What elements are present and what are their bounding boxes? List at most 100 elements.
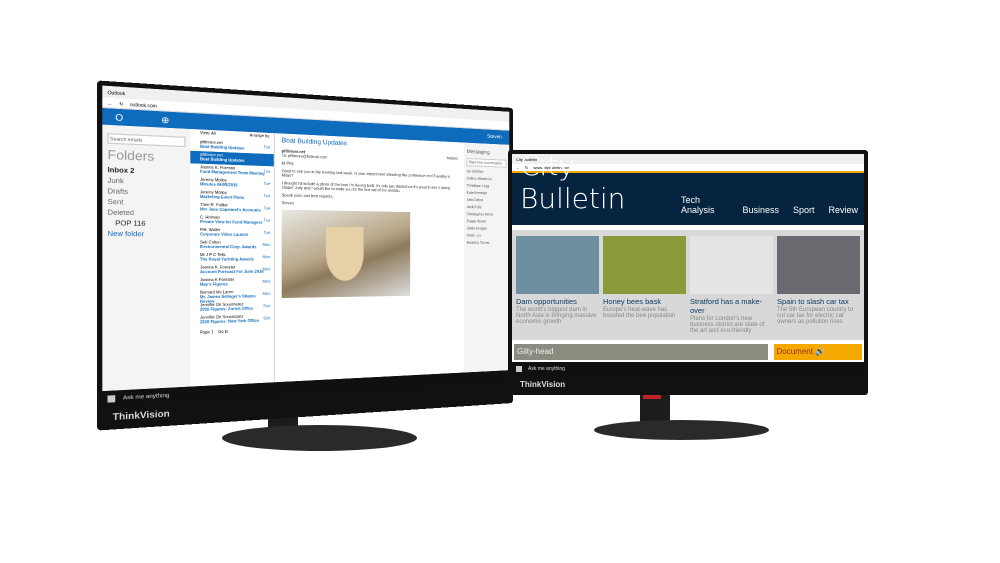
email-day: Tue xyxy=(263,230,271,235)
article-text: The world's biggest dam in North Asia is… xyxy=(516,307,597,325)
article-text: Plans for London's new business district… xyxy=(690,316,765,334)
contact[interactable]: Penelope Legg xyxy=(467,184,507,189)
document-button[interactable]: Document 🔊 xyxy=(773,344,862,360)
email-day: Tue xyxy=(263,169,271,174)
nav-review[interactable]: Review xyxy=(828,205,858,215)
refresh-icon[interactable]: ↻ xyxy=(119,100,123,106)
folder-inbox[interactable]: Inbox 2 xyxy=(107,167,185,176)
taskbar-search[interactable]: Ask me anything xyxy=(528,366,565,372)
article-title[interactable]: Dam opportunities xyxy=(516,297,599,306)
email-day: Mon xyxy=(262,254,271,260)
article-card[interactable]: Stratford has a make-over Plans for Londo… xyxy=(690,236,773,334)
email-subject: Minutes 06/05/2016 xyxy=(199,181,238,188)
stand-accent xyxy=(643,395,661,399)
contact[interactable]: Christopher Amos xyxy=(467,212,507,217)
email-subject: Private View for Fund Managers xyxy=(199,219,263,225)
search-input[interactable]: Search emails xyxy=(107,133,186,148)
left-monitor: Outlook ← ↻ outlook.com O ⊕ Steven Search em… xyxy=(97,80,513,431)
windows-start-icon[interactable] xyxy=(107,394,116,403)
email-subject: Mrs Jane Copeland's Accounts xyxy=(199,207,261,213)
contact[interactable]: Jack Falls xyxy=(467,205,507,210)
address-bar[interactable]: outlook.com xyxy=(130,101,157,108)
email-day: Tue xyxy=(263,157,271,162)
outlook-logo: O xyxy=(115,111,124,123)
actions-menu[interactable]: Actions xyxy=(447,156,458,161)
tab-title: Outlook xyxy=(107,88,126,96)
email-day: Mon xyxy=(262,279,271,284)
email-body: Steven xyxy=(281,200,294,206)
monitor-base-left xyxy=(222,425,417,451)
boat-photo xyxy=(281,209,411,298)
email-row[interactable]: Seb Colton Environmental Corp. Awards Mon xyxy=(190,239,273,252)
conversation-input[interactable]: Start new conversation xyxy=(466,158,507,168)
nav-tech-analysis[interactable]: Tech Analysis xyxy=(681,195,728,215)
brand-logo: ThinkVision xyxy=(520,380,566,389)
contact[interactable]: Ian Bentley xyxy=(467,169,507,175)
email-subject: May's Figures xyxy=(199,282,228,287)
email-day: Sun xyxy=(263,303,271,309)
article-text: The 5th European country to cut car tax … xyxy=(777,307,854,325)
view-all[interactable]: View: All xyxy=(200,131,216,136)
document-label: Document xyxy=(776,347,813,356)
pagination[interactable]: Page 1 Go to xyxy=(190,325,273,339)
monitor-base-right xyxy=(594,420,769,440)
feature-gilty-head[interactable]: Gilty-head xyxy=(514,344,768,360)
goto-link[interactable]: Go to xyxy=(218,329,228,334)
email-row[interactable]: Joanna K. Forester Account Forecast For J… xyxy=(190,264,273,277)
email-subject: Environmental Corp. Awards xyxy=(199,244,257,250)
email-day: Tue xyxy=(263,144,271,150)
article-card[interactable]: Honey bees bask Europe's heat-wave has bo… xyxy=(603,236,686,334)
email-day: Mon xyxy=(262,242,271,248)
article-title[interactable]: Honey bees bask xyxy=(603,297,686,306)
folder-sent[interactable]: Sent xyxy=(107,199,185,208)
contact[interactable]: Peter Lee xyxy=(467,234,507,238)
email-subject: Marketing Event Plans xyxy=(199,194,245,201)
contact[interactable]: Stella Grogan xyxy=(467,226,507,231)
arrange-by[interactable]: Arrange by xyxy=(250,133,270,138)
email-subject: Corporate Video Launch xyxy=(199,232,249,238)
back-icon[interactable]: ← xyxy=(107,99,112,105)
contact[interactable]: Barnaby Torres xyxy=(467,241,507,245)
email-row[interactable]: Jennifer De Sousmarez 2016 Figures: New Y… xyxy=(190,313,273,328)
nav-sport[interactable]: Sport xyxy=(793,205,815,215)
email-day: Mon xyxy=(262,291,271,297)
user-name[interactable]: Steven xyxy=(487,134,502,141)
article-title[interactable]: Stratford has a make-over xyxy=(690,297,773,315)
email-day: Tue xyxy=(263,218,271,223)
email-day: Tue xyxy=(263,206,271,211)
messaging-title: Messaging xyxy=(466,148,490,156)
contact[interactable]: Poppy Waller xyxy=(467,219,507,224)
nav-business[interactable]: Business xyxy=(742,205,779,215)
contact[interactable]: Seb Colton xyxy=(467,198,507,203)
email-subject: 2016 Figures: Zurich Office xyxy=(199,306,254,312)
folder-junk[interactable]: Junk xyxy=(107,178,185,187)
right-monitor: City Bulletin ← ↻ www.citybulletin.com Cit… xyxy=(508,150,868,395)
brand-logo: ThinkVision xyxy=(112,408,170,423)
email-day: Tue xyxy=(263,181,271,187)
windows-start-icon[interactable] xyxy=(516,365,522,372)
email-day: Mon xyxy=(262,267,271,272)
email-row[interactable]: P.H. Waller Corporate Video Launch Tue xyxy=(190,226,273,239)
article-title[interactable]: Spain to slash car tax xyxy=(777,297,860,306)
folder-deleted[interactable]: Deleted xyxy=(107,210,185,218)
taskbar-search[interactable]: Ask me anything xyxy=(123,392,169,402)
email-row[interactable]: Mr J P C Tells The Royal Yachting Awards M… xyxy=(190,251,273,264)
email-row[interactable]: C. Holman Private View for Fund Managers T… xyxy=(190,214,273,228)
email-subject: 2016 Figures: New York Office xyxy=(199,318,259,325)
contact[interactable]: Collins Westman xyxy=(467,176,507,181)
article-card[interactable]: Dam opportunities The world's biggest dam… xyxy=(516,236,599,334)
folder-pop[interactable]: POP 116 xyxy=(107,221,185,229)
email-row[interactable]: Joanna K Forester May's Figures Mon xyxy=(190,276,273,289)
new-mail-button[interactable]: ⊕ xyxy=(161,114,169,125)
article-image xyxy=(603,236,686,294)
article-image xyxy=(690,236,773,294)
folder-drafts[interactable]: Drafts xyxy=(107,189,185,198)
article-card[interactable]: Spain to slash car tax The 5th European c… xyxy=(777,236,860,334)
contact[interactable]: Kate Brennan xyxy=(467,191,507,196)
article-image xyxy=(516,236,599,294)
new-folder-link[interactable]: New folder xyxy=(107,231,185,239)
article-text: Europe's heat-wave has boosted the bee p… xyxy=(603,307,676,319)
email-subject: The Royal Yachting Awards xyxy=(199,257,254,262)
speaker-icon: 🔊 xyxy=(815,347,826,356)
email-subject: Account Forecast For June 2016 xyxy=(199,269,264,275)
